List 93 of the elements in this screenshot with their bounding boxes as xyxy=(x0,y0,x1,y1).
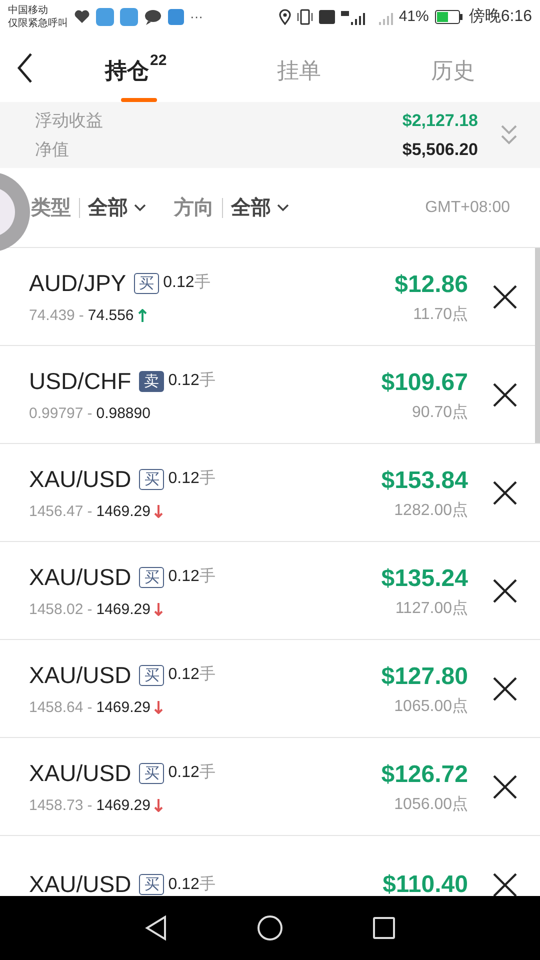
profit: $12.86 xyxy=(394,270,468,300)
current-price: 1469.29 xyxy=(96,502,150,522)
open-price: 1458.73 xyxy=(29,796,84,816)
symbol: XAU/USD xyxy=(29,870,132,896)
close-button[interactable] xyxy=(492,284,518,310)
summary-value: $5,506.20 xyxy=(402,139,478,161)
points: 1056.00点 xyxy=(394,794,468,814)
carrier-text: 中国移动 xyxy=(8,4,49,17)
filter-label: 方向 xyxy=(174,196,214,220)
tab-indicator xyxy=(121,98,158,102)
heart-icon xyxy=(74,10,90,24)
lots: 0.12 xyxy=(168,371,200,392)
lot-unit: 手 xyxy=(199,664,216,686)
side-tag: 买 xyxy=(139,664,164,686)
summary-value: $2,127.18 xyxy=(402,110,478,132)
chevron-down-icon xyxy=(134,204,146,212)
summary-label: 净值 xyxy=(35,139,69,161)
recents-nav-icon[interactable] xyxy=(373,917,395,939)
symbol: USD/CHF xyxy=(29,367,132,396)
filter-dropdown[interactable]: 全部 xyxy=(88,192,146,222)
back-nav-icon[interactable] xyxy=(145,915,167,941)
side-tag: 卖 xyxy=(139,370,164,392)
lot-unit: 手 xyxy=(199,566,216,588)
lots: 0.12 xyxy=(163,273,194,294)
battery-icon xyxy=(434,10,463,24)
open-price: 1456.47 xyxy=(29,502,84,522)
lot-unit: 手 xyxy=(199,468,216,490)
profit: $127.80 xyxy=(381,662,468,692)
profit: $110.40 xyxy=(382,870,468,896)
profit: $126.72 xyxy=(381,760,468,790)
current-price: 1469.29 xyxy=(96,698,150,718)
clock: 傍晚6:16 xyxy=(468,7,532,27)
close-button[interactable] xyxy=(492,774,518,800)
separator: - xyxy=(87,698,92,718)
separator: - xyxy=(78,306,84,326)
symbol: XAU/USD xyxy=(29,563,132,592)
lots: 0.12 xyxy=(168,763,200,784)
lot-unit: 手 xyxy=(199,874,216,894)
open-price: 0.99797 xyxy=(29,404,84,424)
back-icon xyxy=(17,53,33,83)
close-button[interactable] xyxy=(492,676,518,702)
side-tag: 买 xyxy=(134,272,160,294)
lot-unit: 手 xyxy=(199,370,216,392)
open-price: 1458.64 xyxy=(29,698,84,718)
symbol: XAU/USD xyxy=(29,465,132,494)
carrier-text: 仅限紧急呼叫 xyxy=(8,17,68,30)
close-button[interactable] xyxy=(492,480,518,506)
current-price: 1469.29 xyxy=(96,600,150,620)
symbol: XAU/USD xyxy=(29,759,132,788)
separator: - xyxy=(87,502,92,522)
profit: $135.24 xyxy=(381,564,468,594)
current-price: 1469.29 xyxy=(96,796,150,816)
app-icon xyxy=(168,9,184,25)
lots: 0.12 xyxy=(168,567,200,588)
current-price: 74.556 xyxy=(88,306,134,326)
lot-unit: 手 xyxy=(199,762,216,784)
side-tag: 买 xyxy=(139,762,164,784)
location-icon xyxy=(278,9,291,25)
points: 1065.00点 xyxy=(394,696,468,716)
points: 1282.00点 xyxy=(394,500,468,520)
lot-unit: 手 xyxy=(194,272,210,294)
open-price: 1458.02 xyxy=(29,600,84,620)
more-text: ··· xyxy=(190,8,203,26)
points: 1127.00点 xyxy=(395,598,468,618)
filter-dropdown[interactable]: 全部 xyxy=(231,192,289,222)
timezone: GMT+08:00 xyxy=(425,198,510,218)
summary-label: 浮动收益 xyxy=(35,110,103,132)
separator: - xyxy=(87,796,92,816)
vibrate-icon xyxy=(296,9,313,25)
points: 11.70点 xyxy=(413,304,468,324)
close-button[interactable] xyxy=(492,872,518,896)
lots: 0.12 xyxy=(168,665,200,686)
close-button[interactable] xyxy=(492,382,518,408)
lots: 0.12 xyxy=(168,469,200,490)
battery-percent: 41% xyxy=(398,6,429,27)
side-tag: 买 xyxy=(139,468,164,490)
profit: $109.67 xyxy=(381,368,468,398)
current-price: 0.98890 xyxy=(96,404,150,424)
points: 90.70点 xyxy=(412,402,468,422)
side-tag: 买 xyxy=(139,566,164,588)
symbol: XAU/USD xyxy=(29,661,132,690)
chevron-down-icon xyxy=(277,204,289,212)
separator: - xyxy=(87,404,92,424)
close-button[interactable] xyxy=(492,578,518,604)
open-price: 74.439 xyxy=(29,306,75,326)
side-tag: 买 xyxy=(139,874,164,895)
separator: - xyxy=(87,600,92,620)
home-nav-icon[interactable] xyxy=(257,915,283,941)
lots: 0.12 xyxy=(168,874,200,894)
symbol: AUD/JPY xyxy=(29,269,126,298)
filter-label: 类型 xyxy=(31,196,71,220)
chat-icon xyxy=(144,9,162,25)
profit: $153.84 xyxy=(381,466,468,496)
